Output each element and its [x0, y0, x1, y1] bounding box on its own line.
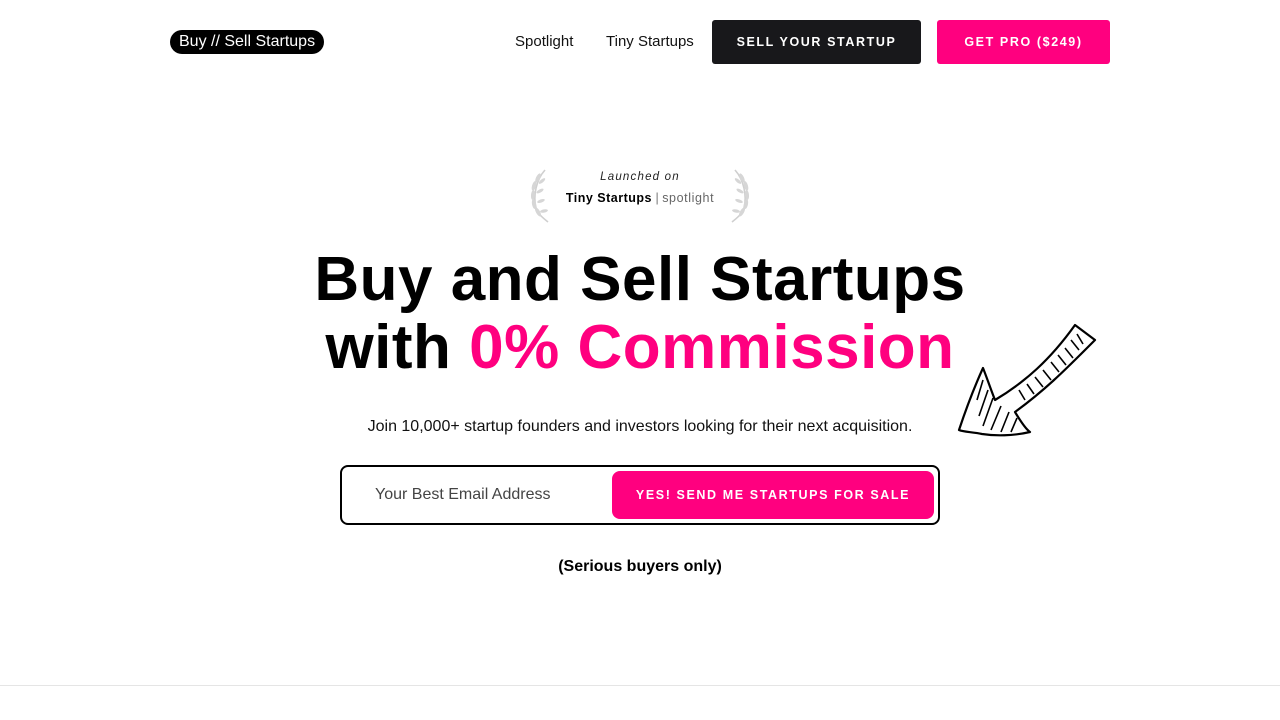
get-pro-button[interactable]: GET PRO ($249) [937, 20, 1110, 64]
send-startups-button[interactable]: YES! SEND ME STARTUPS FOR SALE [612, 471, 934, 519]
badge-brand: Tiny Startups [565, 191, 652, 205]
nav-link-tiny-startups[interactable]: Tiny Startups [606, 33, 694, 50]
landing-page: Buy // Sell Startups Spotlight Tiny Star… [0, 0, 1280, 720]
badge-separator: | [655, 191, 659, 205]
badge-product: spotlight [662, 191, 715, 205]
sell-your-startup-button[interactable]: SELL YOUR STARTUP [712, 20, 921, 64]
email-field[interactable] [375, 477, 605, 513]
hero-subtitle: Join 10,000+ startup founders and invest… [367, 418, 913, 435]
hero-title-prefix: with [325, 313, 470, 382]
hero-title-line1: Buy and Sell Startups [314, 245, 966, 314]
signup-form: YES! SEND ME STARTUPS FOR SALE [340, 465, 940, 525]
badge-brand-line: Tiny Startups | spotlight [528, 191, 752, 205]
serious-buyers-note: (Serious buyers only) [558, 558, 722, 575]
launched-on-badge[interactable]: Launched on Tiny Startups | spotlight [528, 166, 752, 224]
hero-title-accent: 0% Commission [469, 313, 955, 382]
site-logo[interactable]: Buy // Sell Startups [170, 30, 325, 54]
laurel-right-icon [731, 169, 750, 223]
badge-launched-text: Launched on [600, 171, 680, 183]
site-header: Buy // Sell Startups Spotlight Tiny Star… [170, 20, 1110, 64]
nav-link-spotlight[interactable]: Spotlight [515, 33, 573, 50]
section-divider [0, 685, 1280, 686]
